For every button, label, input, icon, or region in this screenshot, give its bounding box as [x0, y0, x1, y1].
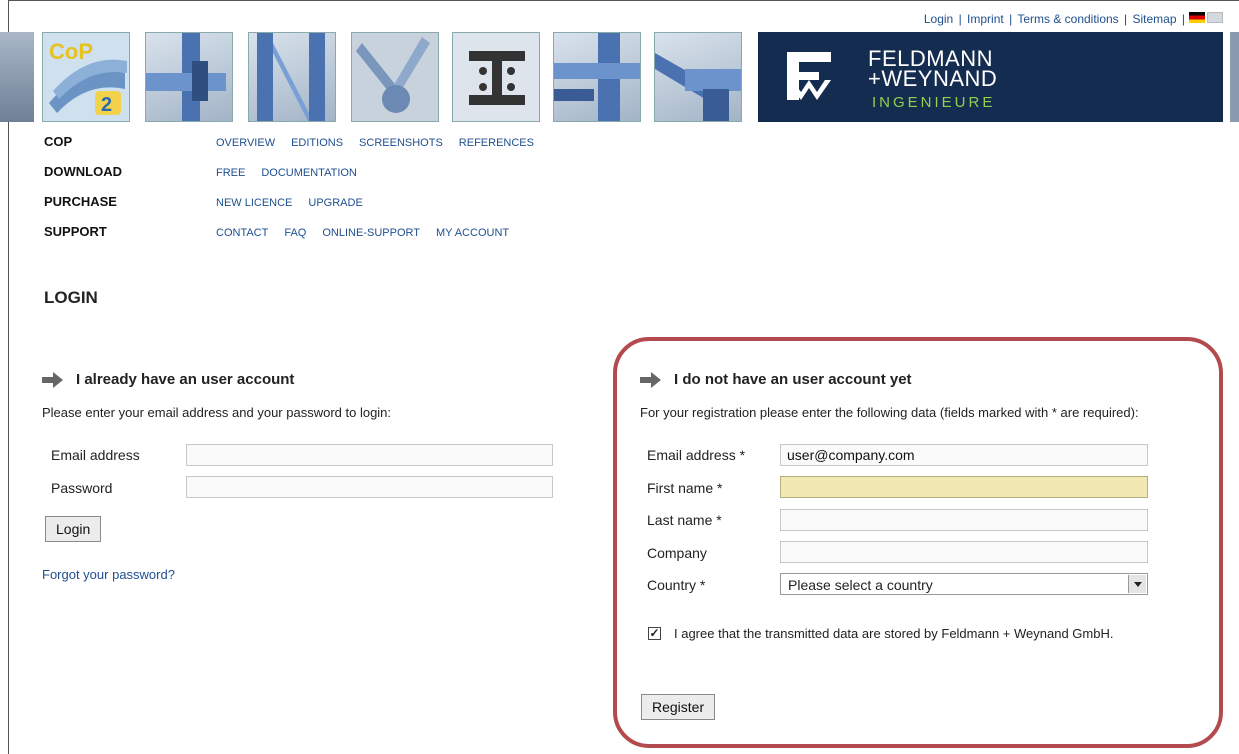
company-label: Company [647, 545, 707, 561]
first-name-label: First name * [647, 480, 723, 496]
register-email-input[interactable] [780, 444, 1148, 466]
menu-title-download[interactable]: DOWNLOAD [44, 164, 122, 179]
banner-image-strip-right [1230, 32, 1239, 122]
feldmann-weynand-logo[interactable]: FELDMANN +WEYNAND INGENIEURE [758, 32, 1223, 122]
german-flag-icon[interactable] [1189, 12, 1205, 23]
tube-joint-image [351, 32, 439, 122]
separator: | [958, 12, 962, 26]
cop-logo-tile[interactable]: CoP 2 [42, 32, 130, 122]
menu-link-faq[interactable]: FAQ [284, 227, 306, 239]
login-heading-text: I already have an user account [76, 371, 295, 388]
menu-link-new-licence[interactable]: NEW LICENCE [216, 197, 292, 209]
separator: | [1124, 12, 1128, 26]
menu-link-contact[interactable]: CONTACT [216, 227, 268, 239]
arrow-right-icon [42, 371, 64, 388]
column-brace-icon [257, 33, 325, 121]
section-drawing-image [452, 32, 540, 122]
header-banner: CoP 2 FELDMANN +WEYNAND INGENIEURE [0, 32, 1239, 122]
menu-link-upgrade[interactable]: UPGRADE [308, 197, 362, 209]
menu-link-editions[interactable]: EDITIONS [291, 137, 343, 149]
menu-title-support[interactable]: SUPPORT [44, 224, 107, 239]
menu-link-online-support[interactable]: ONLINE-SUPPORT [322, 227, 420, 239]
steel-frame-image [248, 32, 336, 122]
top-link-sitemap[interactable]: Sitemap [1133, 12, 1177, 26]
login-password-input[interactable] [186, 476, 553, 498]
arrow-right-icon [640, 371, 662, 388]
menu-link-free[interactable]: FREE [216, 167, 245, 179]
node-image [654, 32, 742, 122]
login-password-label: Password [51, 480, 113, 496]
login-button[interactable]: Login [45, 516, 102, 542]
top-link-imprint[interactable]: Imprint [967, 12, 1004, 26]
menu-title-cop[interactable]: COP [44, 134, 72, 149]
menu-link-references[interactable]: REFERENCES [459, 137, 534, 149]
register-email-label: Email address * [647, 447, 746, 463]
english-flag-icon[interactable] [1207, 12, 1223, 23]
svg-text:2: 2 [101, 94, 112, 116]
login-email-label: Email address [51, 447, 140, 463]
register-section-heading: I do not have an user account yet [640, 371, 912, 388]
country-select[interactable]: Please select a country [780, 573, 1148, 595]
agree-text: I agree that the transmitted data are st… [674, 626, 1114, 641]
login-email-input[interactable] [186, 444, 553, 466]
company-input[interactable] [780, 541, 1148, 563]
fw-logo-icon [787, 52, 831, 100]
banner-image-strip [0, 32, 34, 122]
menu-link-overview[interactable]: OVERVIEW [216, 137, 275, 149]
logo-subtitle: INGENIEURE [872, 94, 996, 111]
forgot-password-link[interactable]: Forgot your password? [42, 567, 175, 582]
page-title: LOGIN [44, 288, 98, 307]
beam-column-image [553, 32, 641, 122]
register-heading-text: I do not have an user account yet [674, 371, 912, 388]
menu-title-purchase[interactable]: PURCHASE [44, 194, 117, 209]
last-name-input[interactable] [780, 509, 1148, 531]
top-link-terms[interactable]: Terms & conditions [1017, 12, 1118, 26]
country-select-value: Please select a country [788, 577, 933, 593]
separator: | [1181, 12, 1185, 26]
beam-joint-icon [146, 33, 226, 121]
last-name-label: Last name * [647, 512, 722, 528]
chevron-down-icon[interactable] [1128, 575, 1146, 593]
beam-column-icon [554, 33, 640, 121]
steel-connection-image [145, 32, 233, 122]
agree-checkbox[interactable]: ✓ [648, 627, 661, 640]
login-intro: Please enter your email address and your… [42, 405, 392, 420]
menu-link-my-account[interactable]: MY ACCOUNT [436, 227, 509, 239]
separator: | [1009, 12, 1013, 26]
menu-link-screenshots[interactable]: SCREENSHOTS [359, 137, 443, 149]
ibeam-drawing-icon [453, 33, 539, 121]
first-name-input[interactable] [780, 476, 1148, 498]
register-button[interactable]: Register [641, 694, 716, 720]
top-link-login[interactable]: Login [924, 12, 953, 26]
register-intro: For your registration please enter the f… [640, 405, 1139, 420]
frame-node-icon [655, 53, 741, 121]
logo-text-weynand: +WEYNAND [868, 66, 998, 91]
tube-node-icon [352, 33, 438, 121]
cop-logo-icon: CoP 2 [43, 33, 129, 121]
login-section-heading: I already have an user account [42, 371, 294, 388]
country-label: Country * [647, 577, 706, 593]
top-links: Login | Imprint | Terms & conditions | S… [924, 12, 1187, 26]
menu-link-documentation[interactable]: DOCUMENTATION [261, 167, 357, 179]
language-flags [1189, 12, 1223, 23]
svg-text:CoP: CoP [49, 39, 93, 64]
